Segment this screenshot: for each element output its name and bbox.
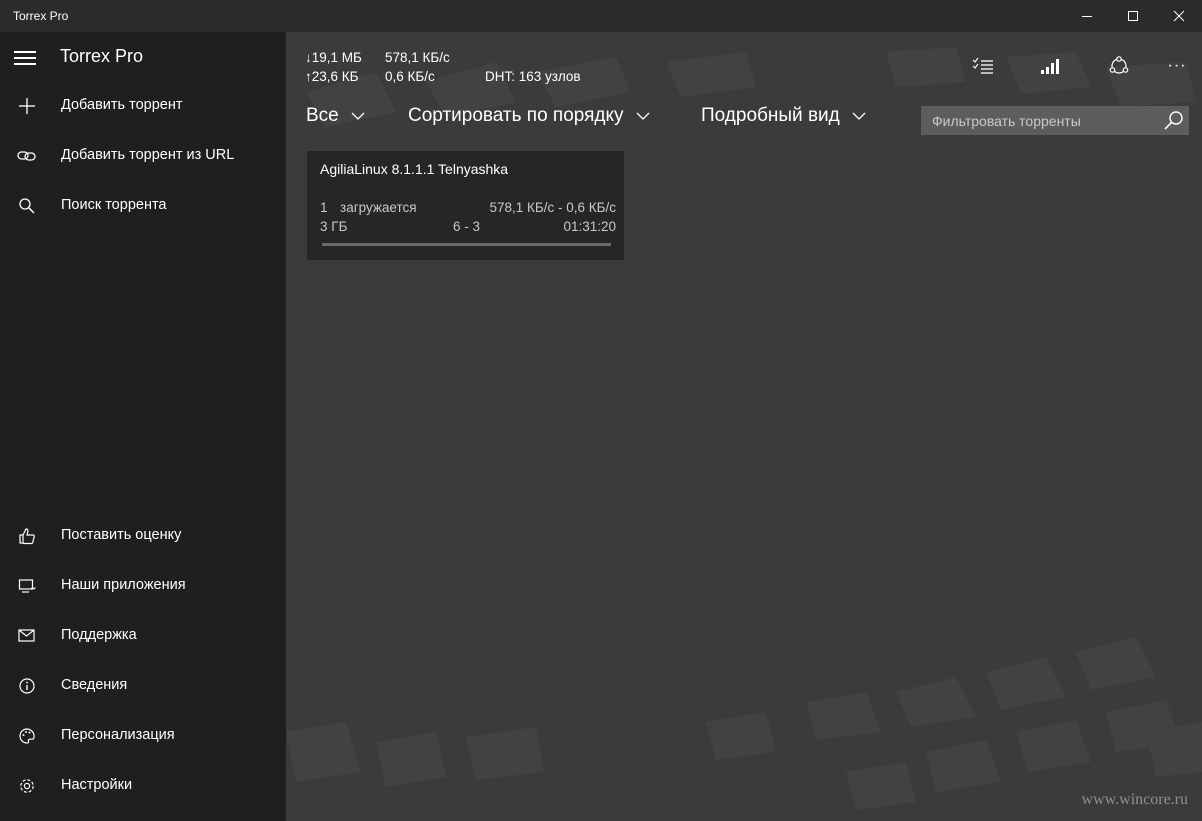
torrent-name: AgiliaLinux 8.1.1.1 Telnyashka xyxy=(320,161,509,177)
window-title: Torrex Pro xyxy=(13,9,69,23)
torrent-size: 3 ГБ xyxy=(320,219,348,234)
downloaded-total: ↓19,1 МБ xyxy=(305,50,362,65)
view-dropdown[interactable]: Подробный вид xyxy=(701,105,866,127)
thumbs-up-icon xyxy=(16,525,38,547)
nav-search-torrent[interactable]: Поиск торрента xyxy=(0,184,286,228)
nav-label: Наши приложения xyxy=(61,577,186,593)
filter-torrents-input[interactable] xyxy=(921,106,1151,135)
download-speed: 578,1 КБ/с xyxy=(385,50,450,65)
sort-dropdown[interactable]: Сортировать по порядку xyxy=(408,105,650,127)
info-icon xyxy=(16,675,38,697)
torrent-card[interactable]: AgiliaLinux 8.1.1.1 Telnyashka 1 загружа… xyxy=(307,151,624,260)
minimize-button[interactable] xyxy=(1064,0,1110,32)
torrent-status: загружается xyxy=(340,200,417,215)
dht-nodes: DHT: 163 узлов xyxy=(485,69,581,84)
maximize-button[interactable] xyxy=(1110,0,1156,32)
sidebar: Torrex Pro Добавить торрент Добавить тор… xyxy=(0,32,286,821)
watermark: www.wincore.ru xyxy=(1081,791,1188,808)
torrent-speeds: 578,1 КБ/с - 0,6 КБ/с xyxy=(489,200,617,215)
select-mode-button[interactable] xyxy=(969,52,997,80)
uploaded-total: ↑23,6 КБ xyxy=(305,69,359,84)
nav-our-apps[interactable]: Наши приложения xyxy=(0,564,286,608)
search-icon xyxy=(16,195,38,217)
share-icon xyxy=(1109,56,1129,74)
nav-label: Добавить торрент xyxy=(61,97,183,113)
search-icon[interactable] xyxy=(1163,110,1185,132)
link-icon xyxy=(16,145,38,167)
view-value: Подробный вид xyxy=(701,105,840,126)
more-button[interactable]: ··· xyxy=(1163,52,1191,80)
mail-icon xyxy=(16,625,38,647)
upload-speed: 0,6 КБ/с xyxy=(385,69,435,84)
gear-icon xyxy=(16,775,38,797)
nav-settings[interactable]: Настройки xyxy=(0,764,286,808)
nav-label: Сведения xyxy=(61,677,128,693)
nav-label: Поиск торрента xyxy=(61,197,167,213)
close-button[interactable] xyxy=(1156,0,1202,32)
apps-icon xyxy=(16,575,38,597)
nav-add-torrent-url[interactable]: Добавить торрент из URL xyxy=(0,134,286,178)
nav-support[interactable]: Поддержка xyxy=(0,614,286,658)
close-icon xyxy=(1173,10,1185,22)
plus-icon xyxy=(16,95,38,117)
category-dropdown[interactable]: Все xyxy=(306,105,365,127)
chevron-down-icon xyxy=(351,112,365,120)
nav-add-torrent[interactable]: Добавить торрент xyxy=(0,84,286,128)
app-name: Torrex Pro xyxy=(60,46,144,66)
share-button[interactable] xyxy=(1105,52,1133,80)
maximize-icon xyxy=(1128,11,1138,21)
title-bar: Torrex Pro xyxy=(0,0,1202,32)
minimize-icon xyxy=(1082,16,1092,17)
category-value: Все xyxy=(306,105,339,126)
nav-rate[interactable]: Поставить оценку xyxy=(0,514,286,558)
nav-label: Персонализация xyxy=(61,727,175,743)
chevron-down-icon xyxy=(852,112,866,120)
nav-label: Поставить оценку xyxy=(61,527,182,543)
torrent-index: 1 xyxy=(320,200,328,215)
signal-button[interactable] xyxy=(1036,52,1064,80)
hamburger-menu-icon[interactable] xyxy=(14,51,36,65)
nav-label: Добавить торрент из URL xyxy=(61,147,235,163)
torrent-progress-bar xyxy=(322,243,611,246)
sort-value: Сортировать по порядку xyxy=(408,105,624,126)
chevron-down-icon xyxy=(636,112,650,120)
torrent-peers: 6 - 3 xyxy=(453,219,481,234)
nav-about[interactable]: Сведения xyxy=(0,664,286,708)
nav-label: Поддержка xyxy=(61,627,137,643)
palette-icon xyxy=(16,725,38,747)
checklist-icon xyxy=(972,57,993,74)
nav-label: Настройки xyxy=(61,777,133,793)
main-content: ↓19,1 МБ ↑23,6 КБ 578,1 КБ/с 0,6 КБ/с DH… xyxy=(286,32,1202,821)
torrent-eta: 01:31:20 xyxy=(563,219,616,234)
filter-box xyxy=(921,106,1189,135)
nav-personalization[interactable]: Персонализация xyxy=(0,714,286,758)
signal-icon xyxy=(1041,59,1059,74)
